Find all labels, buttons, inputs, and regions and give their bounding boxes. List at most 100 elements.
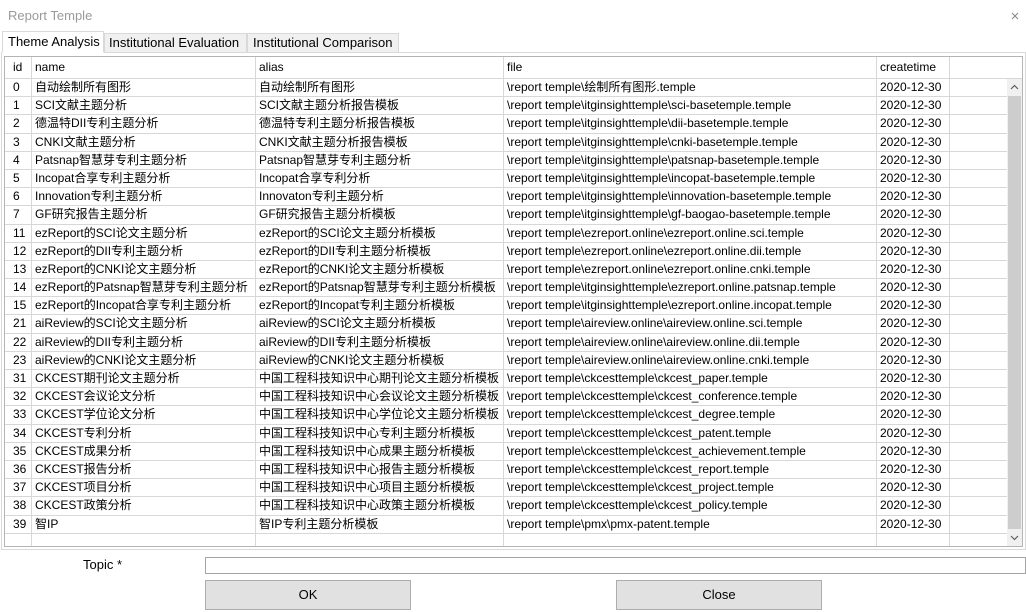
cell-id[interactable]: 14: [9, 279, 32, 297]
cell-name[interactable]: ezReport的DII专利主题分析: [32, 242, 256, 260]
cell-name[interactable]: ezReport的SCI论文主题分析: [32, 224, 256, 242]
cell-name[interactable]: CKCEST会议论文分析: [32, 388, 256, 406]
cell-file[interactable]: \report temple\itginsighttemple\sci-base…: [504, 97, 877, 115]
template-grid[interactable]: id name alias file createtime 0 自动绘制所有图形自…: [4, 56, 1023, 547]
cell-alias[interactable]: 智IP专利主题分析模板: [256, 515, 504, 533]
window-close-button[interactable]: [1008, 9, 1022, 23]
cell-alias[interactable]: 中国工程科技知识中心项目主题分析模板: [256, 479, 504, 497]
table-row[interactable]: 1 SCI文献主题分析 SCI文献主题分析报告模板 \report temple\it…: [5, 97, 1007, 116]
cell-file[interactable]: \report temple\ezreport.online\ezreport.…: [504, 260, 877, 279]
cell-id[interactable]: 15: [9, 297, 32, 315]
cell-createtime[interactable]: 2020-12-30: [877, 206, 950, 224]
table-row[interactable]: 21 aiReview的SCI论文主题分析 aiReview的SCI论文主题分析模板…: [5, 315, 1007, 334]
cell-alias[interactable]: ezReport的DII专利主题分析模板: [256, 242, 504, 260]
cell-file[interactable]: \report temple\itginsighttemple\cnki-bas…: [504, 133, 877, 151]
cell-createtime[interactable]: 2020-12-30: [877, 97, 950, 115]
cell-file[interactable]: \report temple\ckcesttemple\ckcest_polic…: [504, 497, 877, 515]
table-row[interactable]: 34 CKCEST专利分析 中国工程科技知识中心专利主题分析模板 \report te…: [5, 424, 1007, 443]
cell-name[interactable]: Innovation专利主题分析: [32, 188, 256, 206]
cell-name[interactable]: ezReport的CNKI论文主题分析: [32, 260, 256, 279]
cell-name[interactable]: aiReview的DII专利主题分析: [32, 333, 256, 351]
vertical-scrollbar[interactable]: [1007, 79, 1022, 546]
table-row[interactable]: 13 ezReport的CNKI论文主题分析 ezReport的CNKI论文主题分析…: [5, 260, 1007, 280]
cell-createtime[interactable]: 2020-12-30: [877, 460, 950, 479]
cell-createtime[interactable]: 2020-12-30: [877, 315, 950, 333]
cell-id[interactable]: 1: [9, 97, 32, 115]
cell-name[interactable]: SCI文献主题分析: [32, 97, 256, 115]
cell-file[interactable]: \report temple\itginsighttemple\gf-baoga…: [504, 206, 877, 224]
cell-createtime[interactable]: 2020-12-30: [877, 424, 950, 442]
cell-file[interactable]: \report temple\aireview.online\aireview.…: [504, 315, 877, 333]
cell-createtime[interactable]: 2020-12-30: [877, 388, 950, 406]
table-row[interactable]: 6 Innovation专利主题分析 Innovaton专利主题分析 \report …: [5, 188, 1007, 207]
cell-alias[interactable]: 中国工程科技知识中心会议论文主题分析模板: [256, 388, 504, 406]
table-row[interactable]: 23 aiReview的CNKI论文主题分析 aiReview的CNKI论文主题分析…: [5, 351, 1007, 370]
table-row[interactable]: 0 自动绘制所有图形 自动绘制所有图形 \report temple\绘制所有图形.t…: [5, 79, 1007, 98]
cell-file[interactable]: \report temple\itginsighttemple\innovati…: [504, 188, 877, 206]
cell-createtime[interactable]: 2020-12-30: [877, 188, 950, 206]
column-header-alias[interactable]: alias: [256, 57, 504, 78]
column-header-id[interactable]: id: [9, 57, 32, 78]
cell-name[interactable]: aiReview的CNKI论文主题分析: [32, 351, 256, 369]
cell-file[interactable]: \report temple\ckcesttemple\ckcest_paten…: [504, 424, 877, 442]
cell-id[interactable]: 36: [9, 460, 32, 479]
cell-createtime[interactable]: 2020-12-30: [877, 351, 950, 369]
cell-name[interactable]: aiReview的SCI论文主题分析: [32, 315, 256, 333]
cell-alias[interactable]: 自动绘制所有图形: [256, 79, 504, 97]
cell-name[interactable]: CKCEST报告分析: [32, 460, 256, 479]
cell-createtime[interactable]: 2020-12-30: [877, 260, 950, 279]
cell-alias[interactable]: Patsnap智慧芽专利主题分析: [256, 151, 504, 169]
cell-file[interactable]: \report temple\itginsighttemple\ezreport…: [504, 297, 877, 315]
cell-id[interactable]: 37: [9, 479, 32, 497]
cell-alias[interactable]: 中国工程科技知识中心学位论文主题分析模板: [256, 406, 504, 424]
cell-id[interactable]: 3: [9, 133, 32, 151]
cell-id[interactable]: 33: [9, 406, 32, 424]
table-row[interactable]: 11 ezReport的SCI论文主题分析 ezReport的SCI论文主题分析模板…: [5, 224, 1007, 243]
cell-name[interactable]: Incopat合享专利主题分析: [32, 169, 256, 188]
cell-createtime[interactable]: 2020-12-30: [877, 242, 950, 260]
cell-createtime[interactable]: 2020-12-30: [877, 79, 950, 97]
cell-createtime[interactable]: 2020-12-30: [877, 224, 950, 242]
cell-alias[interactable]: ezReport的Incopat专利主题分析模板: [256, 297, 504, 315]
cell-createtime[interactable]: 2020-12-30: [877, 370, 950, 388]
table-row[interactable]: 37 CKCEST项目分析 中国工程科技知识中心项目主题分析模板 \report te…: [5, 479, 1007, 498]
cell-id[interactable]: 21: [9, 315, 32, 333]
cell-alias[interactable]: SCI文献主题分析报告模板: [256, 97, 504, 115]
scroll-down-button[interactable]: [1007, 529, 1022, 546]
close-button[interactable]: Close: [616, 580, 822, 610]
table-row[interactable]: 36 CKCEST报告分析 中国工程科技知识中心报告主题分析模板 \report te…: [5, 460, 1007, 480]
cell-createtime[interactable]: 2020-12-30: [877, 151, 950, 169]
cell-file[interactable]: \report temple\itginsighttemple\patsnap-…: [504, 151, 877, 169]
topic-input[interactable]: [205, 557, 1026, 574]
cell-name[interactable]: 智IP: [32, 515, 256, 533]
cell-file[interactable]: \report temple\ckcesttemple\ckcest_repor…: [504, 460, 877, 479]
cell-createtime[interactable]: 2020-12-30: [877, 442, 950, 460]
cell-file[interactable]: \report temple\pmx\pmx-patent.temple: [504, 515, 877, 533]
cell-id[interactable]: 32: [9, 388, 32, 406]
cell-id[interactable]: 38: [9, 497, 32, 515]
cell-alias[interactable]: 中国工程科技知识中心期刊论文主题分析模板: [256, 370, 504, 388]
table-row[interactable]: 4 Patsnap智慧芽专利主题分析 Patsnap智慧芽专利主题分析 \report…: [5, 151, 1007, 170]
table-row[interactable]: 12 ezReport的DII专利主题分析 ezReport的DII专利主题分析模板…: [5, 242, 1007, 261]
cell-name[interactable]: CNKI文献主题分析: [32, 133, 256, 151]
cell-name[interactable]: 德温特DII专利主题分析: [32, 115, 256, 133]
column-header-createtime[interactable]: createtime: [877, 57, 950, 78]
cell-file[interactable]: \report temple\ckcesttemple\ckcest_paper…: [504, 370, 877, 388]
cell-file[interactable]: \report temple\itginsighttemple\incopat-…: [504, 169, 877, 188]
cell-alias[interactable]: Innovaton专利主题分析: [256, 188, 504, 206]
cell-createtime[interactable]: 2020-12-30: [877, 333, 950, 351]
cell-file[interactable]: \report temple\ckcesttemple\ckcest_confe…: [504, 388, 877, 406]
cell-id[interactable]: 39: [9, 515, 32, 533]
cell-id[interactable]: 13: [9, 260, 32, 279]
cell-alias[interactable]: GF研究报告主题分析模板: [256, 206, 504, 224]
cell-id[interactable]: 23: [9, 351, 32, 369]
cell-name[interactable]: GF研究报告主题分析: [32, 206, 256, 224]
table-row[interactable]: 22 aiReview的DII专利主题分析 aiReview的DII专利主题分析模板…: [5, 333, 1007, 352]
cell-name[interactable]: ezReport的Incopat合享专利主题分析: [32, 297, 256, 315]
cell-alias[interactable]: 德温特专利主题分析报告模板: [256, 115, 504, 133]
column-header-name[interactable]: name: [32, 57, 256, 78]
table-row[interactable]: 15 ezReport的Incopat合享专利主题分析 ezReport的Incop…: [5, 297, 1007, 316]
cell-createtime[interactable]: 2020-12-30: [877, 115, 950, 133]
cell-file[interactable]: \report temple\ckcesttemple\ckcest_proje…: [504, 479, 877, 497]
cell-name[interactable]: CKCEST政策分析: [32, 497, 256, 515]
